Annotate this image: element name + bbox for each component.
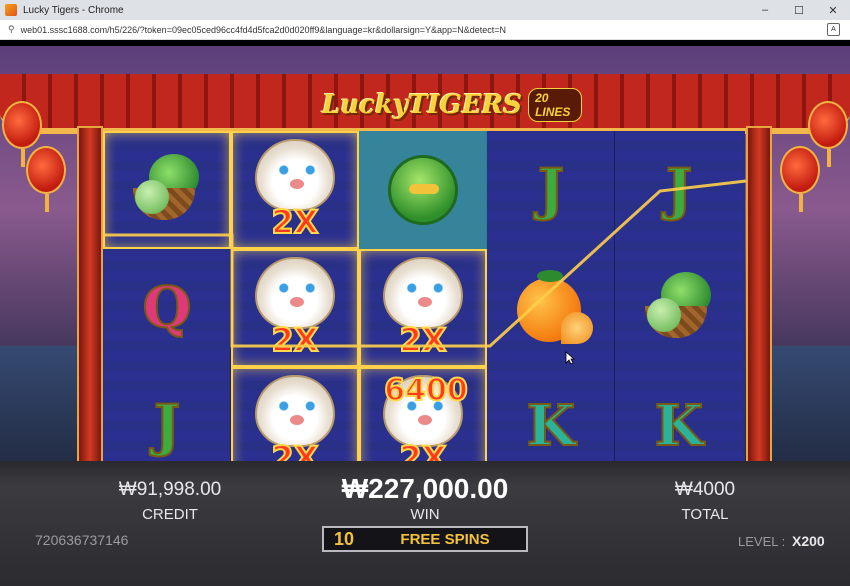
win-amount-overlay: 6400 [383, 372, 469, 409]
translate-icon[interactable]: A [827, 23, 840, 36]
tiger-icon: 2X [240, 253, 350, 363]
session-id: 720636737146 [35, 532, 129, 548]
pillar-left [77, 126, 103, 496]
close-button[interactable]: ✕ [816, 0, 850, 20]
level-value: X200 [792, 533, 825, 549]
credit-label: CREDIT [142, 506, 198, 523]
reel-board: Q J 2X 2X 2X 2X 2X J K J K [103, 131, 745, 501]
symbol-letter: J [153, 392, 181, 460]
symbol-tiger: 2X [231, 249, 359, 367]
symbol-letter: Q [142, 274, 193, 342]
reel-1: Q J [103, 131, 231, 501]
symbol-lettuce [615, 249, 743, 367]
tiger-icon: 2X [240, 135, 350, 245]
win-value: ₩227,000.00 [341, 473, 509, 504]
game-logo: LuckyTIGERS 20 LINES [322, 78, 582, 132]
credit-value: ₩91,998.00 [118, 479, 222, 500]
total-bet-label: TOTAL [681, 506, 729, 523]
lettuce-basket-icon [127, 150, 207, 230]
reel-3: 2X 2X [359, 131, 487, 501]
multiplier: 2X [271, 202, 320, 242]
window-title: Lucky Tigers - Chrome [23, 4, 124, 16]
lantern-icon [780, 146, 820, 212]
free-spins-count: 10 [333, 528, 355, 549]
symbol-q: Q [103, 249, 231, 367]
app-icon [5, 4, 17, 16]
lantern-icon [808, 101, 848, 167]
symbol-lettuce [103, 131, 231, 249]
mouse-cursor-icon [565, 351, 575, 365]
window-controls: – ☐ ✕ [748, 0, 850, 20]
multiplier: 2X [271, 320, 320, 360]
minimize-button[interactable]: – [748, 0, 782, 20]
lines-badge: 20 LINES [528, 88, 582, 122]
address-bar[interactable]: ⚲ web01.sssc1688.com/h5/226/?token=09ec0… [0, 20, 850, 40]
reel-2: 2X 2X 2X [231, 131, 359, 501]
maximize-button[interactable]: ☐ [782, 0, 816, 20]
lantern-icon [26, 146, 66, 212]
url-text[interactable]: web01.sssc1688.com/h5/226/?token=09ec05c… [21, 25, 506, 35]
reel-4: J K [487, 131, 615, 501]
symbol-frog [359, 131, 487, 249]
pillar-right [746, 126, 772, 496]
multiplier: 2X [399, 320, 448, 360]
logo-title: LuckyTIGERS [322, 90, 523, 120]
title-bar: Lucky Tigers - Chrome – ☐ ✕ [0, 0, 850, 20]
tiger-icon: 2X [368, 253, 478, 363]
symbol-j: J [487, 131, 615, 249]
level-label: LEVEL : [738, 534, 786, 549]
reel-5: J K [615, 131, 743, 501]
frog-icon [388, 155, 458, 225]
symbol-letter: J [537, 156, 565, 224]
site-info-icon[interactable]: ⚲ [8, 24, 15, 35]
symbol-tiger: 2X [359, 249, 487, 367]
game-canvas[interactable]: LuckyTIGERS 20 LINES Q J 2X 2X 2X 2X 2X … [0, 41, 850, 586]
win-label: WIN [410, 506, 440, 523]
symbol-letter: J [665, 156, 693, 224]
symbol-orange [487, 249, 615, 367]
symbol-j: J [615, 131, 743, 249]
free-spins-label: FREE SPINS [400, 530, 490, 548]
symbol-tiger: 2X [231, 131, 359, 249]
lantern-icon [2, 101, 42, 167]
symbol-letter: K [654, 392, 705, 460]
symbol-letter: K [526, 392, 577, 460]
orange-icon [511, 268, 593, 348]
lettuce-basket-icon [639, 268, 719, 348]
total-bet-value[interactable]: ₩4000 [650, 479, 760, 501]
free-spins-panel: 10 FREE SPINS [322, 526, 528, 552]
